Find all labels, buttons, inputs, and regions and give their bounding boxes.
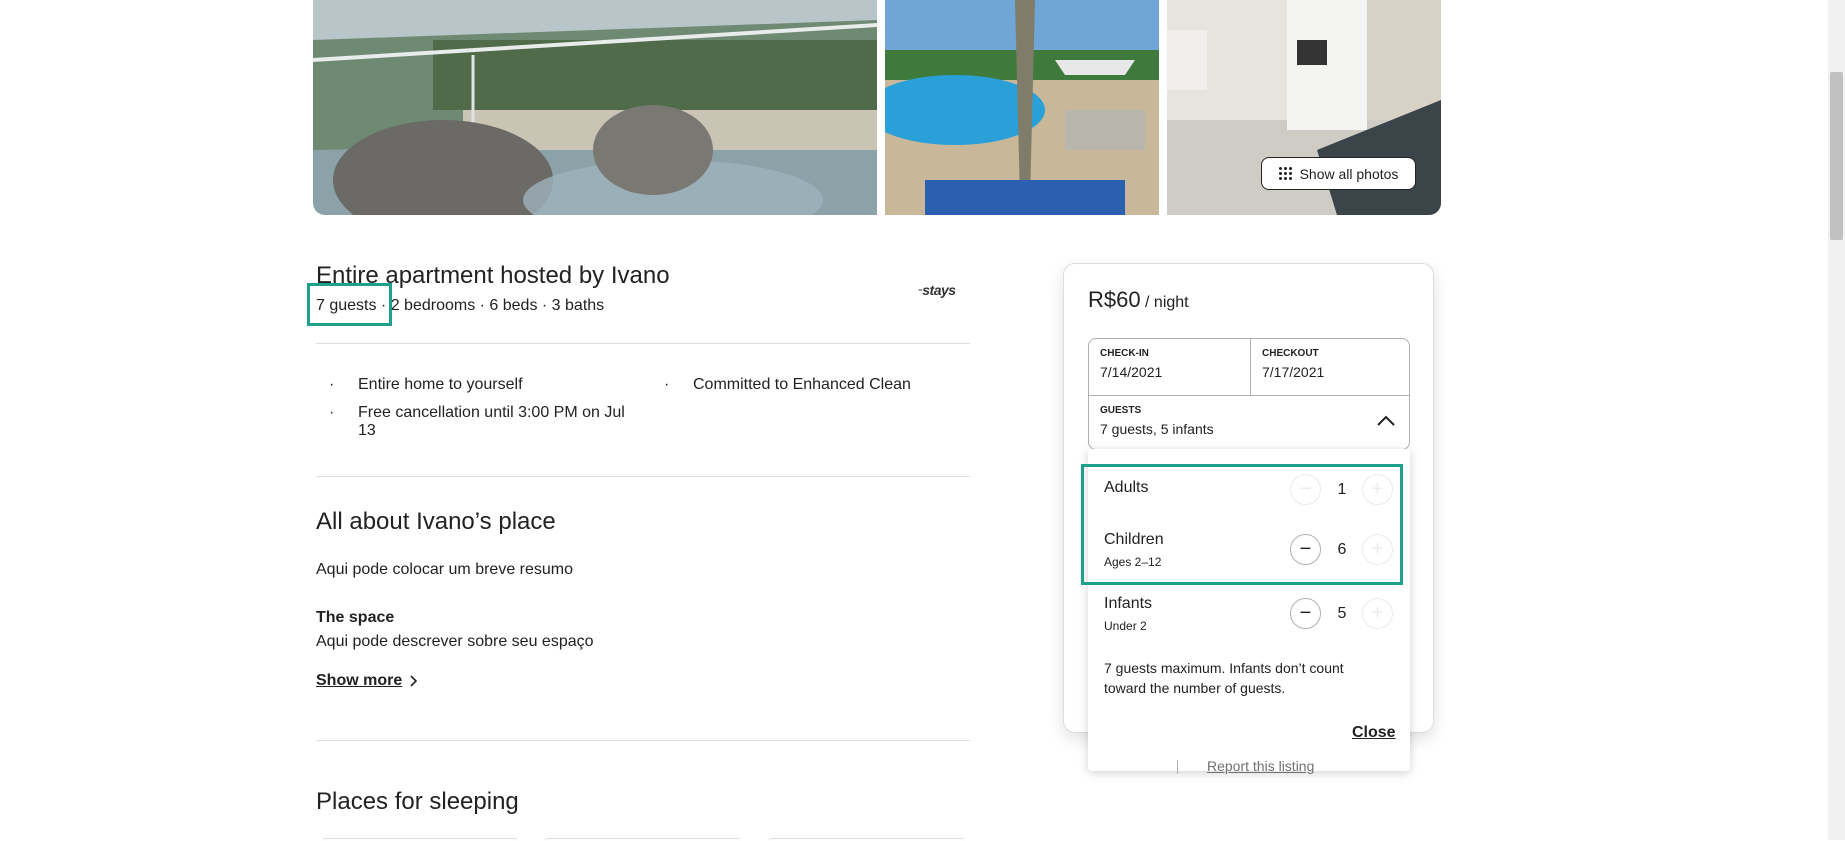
scrollbar-thumb[interactable] [1830, 72, 1843, 240]
divider [316, 476, 970, 477]
divider [316, 343, 970, 344]
report-listing-link[interactable]: Report this listing [1207, 758, 1314, 774]
minus-icon: − [1299, 602, 1312, 624]
guest-rows-highlight [1081, 464, 1403, 585]
space-heading: The space [316, 609, 395, 626]
chevron-right-icon [410, 675, 418, 687]
bullet-dot: · [329, 404, 335, 421]
show-all-photos-label: Show all photos [1299, 165, 1399, 182]
show-more-link[interactable]: Show more [316, 672, 418, 690]
infants-count: 5 [1337, 605, 1347, 622]
checkout-field[interactable]: CHECKOUT 7/17/2021 [1262, 348, 1402, 392]
highlight-item: · Entire home to yourself [329, 376, 523, 393]
guests-field[interactable]: GUESTS 7 guests, 5 infants [1100, 405, 1400, 445]
infants-label: Infants [1104, 595, 1153, 612]
pool-photo[interactable] [885, 0, 1159, 215]
infants-decrement-button[interactable]: − [1290, 598, 1321, 629]
about-heading: All about Ivano’s place [316, 508, 556, 535]
host-logo: ⁼stays [918, 282, 956, 298]
chevron-up-icon [1377, 415, 1395, 426]
about-summary: Aqui pode colocar um breve resumo [316, 561, 574, 578]
infants-increment-button[interactable]: + [1362, 598, 1393, 629]
report-separator [1177, 760, 1178, 774]
divider [316, 740, 970, 741]
guest-limit-note: 7 guests maximum. Infants don’t count to… [1104, 660, 1344, 696]
infants-age-range: Under 2 [1104, 619, 1147, 633]
checkin-field[interactable]: CHECK-IN 7/14/2021 [1100, 348, 1240, 392]
space-text: Aqui pode descrever sobre seu espaço [316, 633, 594, 650]
bullet-dot: · [664, 376, 670, 393]
highlight-item: · Committed to Enhanced Clean [664, 376, 911, 393]
show-all-photos-button[interactable]: Show all photos [1261, 157, 1416, 190]
sleeping-heading: Places for sleeping [316, 788, 519, 815]
guest-count-highlight [307, 283, 392, 326]
listing-details: · 2 bedrooms · 6 beds · 3 baths [376, 297, 605, 314]
close-picker-button[interactable]: Close [1352, 724, 1396, 742]
nightly-price: R$60 / night [1088, 287, 1189, 312]
highlight-item: · Free cancellation until 3:00 PM on Jul… [329, 404, 625, 439]
grid-icon [1278, 167, 1292, 180]
plus-icon: + [1371, 602, 1384, 624]
main-photo[interactable] [313, 0, 877, 215]
bullet-dot: · [329, 376, 335, 393]
